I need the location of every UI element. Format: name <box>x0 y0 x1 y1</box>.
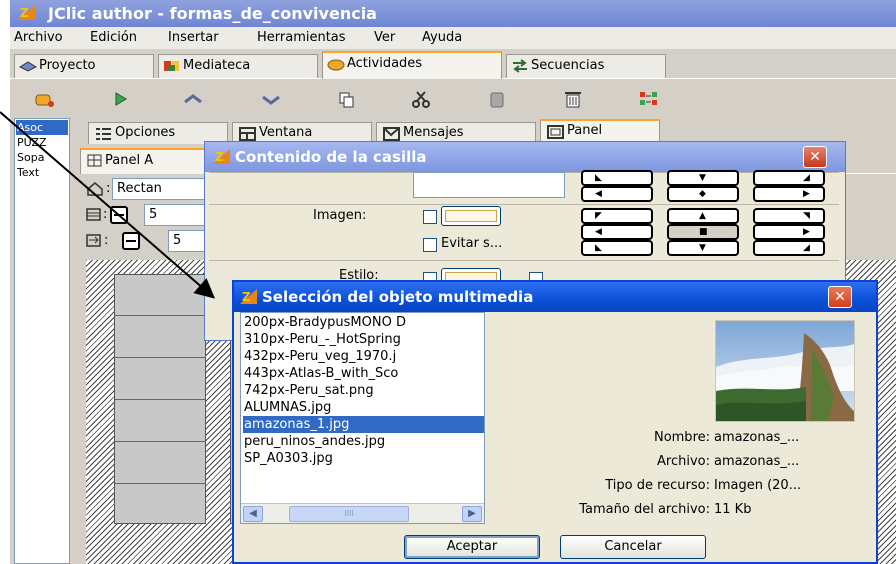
annotation-arrow <box>0 111 216 299</box>
